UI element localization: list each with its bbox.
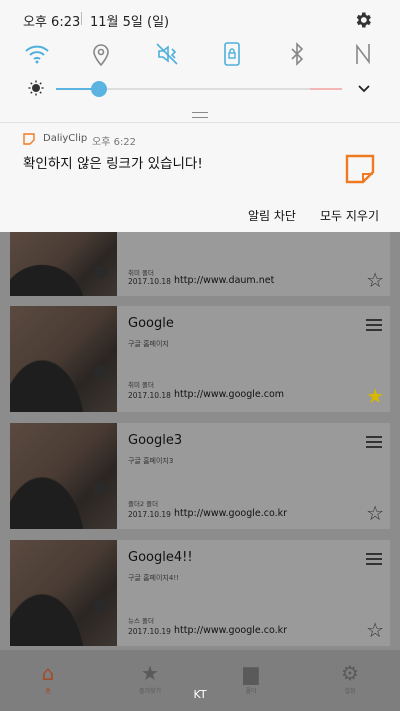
folder-icon: ▆ bbox=[243, 661, 259, 685]
clip-title: Google4!! bbox=[128, 550, 193, 565]
clip-card[interactable]: 취미 폴더 2017.10.18 http://www.daum.net ☆ bbox=[10, 232, 390, 296]
clip-card[interactable]: Google4!! 구글 홈페이지4!! 뉴스 폴더 2017.10.19 ht… bbox=[10, 540, 390, 646]
mute-vibrate-icon[interactable] bbox=[153, 40, 181, 68]
drag-handle[interactable] bbox=[192, 112, 208, 118]
clip-date: 2017.10.19 bbox=[128, 510, 171, 519]
clip-description: 구글 홈페이지4!! bbox=[128, 574, 179, 582]
notification-message: 확인하지 않은 링크가 있습니다! bbox=[23, 156, 203, 172]
dailyclip-logo-icon bbox=[345, 154, 375, 184]
status-bar: 오후 6:23 11월 5일 (일) bbox=[0, 0, 400, 38]
clip-date: 2017.10.18 bbox=[128, 391, 171, 400]
star-icon[interactable]: ☆ bbox=[366, 270, 384, 290]
carrier-label: KT bbox=[193, 688, 207, 701]
notification-card[interactable]: DaliyClip 오후 6:22 확인하지 않은 링크가 있습니다! 알림 차… bbox=[0, 124, 400, 232]
clip-folder: 취미 폴더 bbox=[128, 269, 154, 277]
brightness-track-warning bbox=[310, 88, 342, 90]
brightness-icon bbox=[28, 80, 44, 96]
menu-icon[interactable] bbox=[366, 319, 382, 331]
menu-icon[interactable] bbox=[366, 553, 382, 565]
notification-time: 오후 6:22 bbox=[92, 137, 137, 148]
quick-settings-row bbox=[0, 38, 400, 78]
settings-gear-icon[interactable] bbox=[353, 10, 373, 30]
star-icon: ★ bbox=[141, 661, 159, 685]
gear-icon: ⚙ bbox=[341, 661, 359, 685]
home-icon: ⌂ bbox=[41, 661, 55, 685]
clip-folder: 뉴스 폴더 bbox=[128, 617, 154, 625]
divider bbox=[81, 12, 82, 25]
wifi-icon[interactable] bbox=[23, 40, 51, 68]
location-icon[interactable] bbox=[87, 40, 115, 68]
notification-app-name: DaliyClip bbox=[43, 133, 88, 144]
star-icon[interactable]: ☆ bbox=[366, 620, 384, 640]
notification-shade: 오후 6:23 11월 5일 (일) DaliyClip 오후 6:22 확인하… bbox=[0, 0, 400, 232]
nfc-icon[interactable] bbox=[349, 40, 377, 68]
clip-card[interactable]: Google3 구글 홈페이지3 폴더2 폴더 2017.10.19 http:… bbox=[10, 423, 390, 529]
star-filled-icon[interactable]: ★ bbox=[366, 386, 384, 406]
screen-rotation-lock-icon[interactable] bbox=[218, 40, 246, 68]
clip-url[interactable]: http://www.google.com bbox=[174, 389, 284, 400]
clock: 오후 6:23 bbox=[23, 15, 81, 30]
date: 11월 5일 (일) bbox=[90, 15, 170, 30]
clip-thumbnail bbox=[10, 423, 117, 529]
clip-thumbnail bbox=[10, 540, 117, 646]
clip-card[interactable]: Google 구글 홈페이지 취미 폴더 2017.10.18 http://w… bbox=[10, 306, 390, 412]
clip-url[interactable]: http://www.daum.net bbox=[174, 275, 274, 286]
clip-description: 구글 홈페이지3 bbox=[128, 457, 174, 465]
clip-folder: 취미 폴더 bbox=[128, 381, 154, 389]
clip-url[interactable]: http://www.google.co.kr bbox=[174, 508, 287, 519]
block-notifications-button[interactable]: 알림 차단 bbox=[248, 207, 296, 224]
clip-url[interactable]: http://www.google.co.kr bbox=[174, 625, 287, 636]
bottom-navigation: ⌂ 홈 ★ 즐겨찾기 ▆ 폴더 ⚙ 설정 bbox=[0, 650, 400, 711]
clip-title: Google3 bbox=[128, 433, 183, 448]
clip-thumbnail bbox=[10, 306, 117, 412]
brightness-row bbox=[0, 78, 400, 100]
clip-date: 2017.10.19 bbox=[128, 627, 171, 636]
star-icon[interactable]: ☆ bbox=[366, 503, 384, 523]
clip-title: Google bbox=[128, 316, 174, 331]
clip-date: 2017.10.18 bbox=[128, 277, 171, 286]
divider bbox=[0, 122, 400, 123]
chevron-down-icon[interactable] bbox=[357, 81, 371, 95]
menu-icon[interactable] bbox=[366, 436, 382, 448]
clear-all-button[interactable]: 모두 지우기 bbox=[320, 207, 379, 224]
clip-description: 구글 홈페이지 bbox=[128, 340, 169, 348]
clip-thumbnail bbox=[10, 232, 117, 296]
dailyclip-app-icon bbox=[23, 133, 35, 145]
brightness-slider-thumb[interactable] bbox=[90, 81, 107, 97]
clip-folder: 폴더2 폴더 bbox=[128, 500, 159, 508]
bluetooth-icon[interactable] bbox=[283, 40, 311, 68]
